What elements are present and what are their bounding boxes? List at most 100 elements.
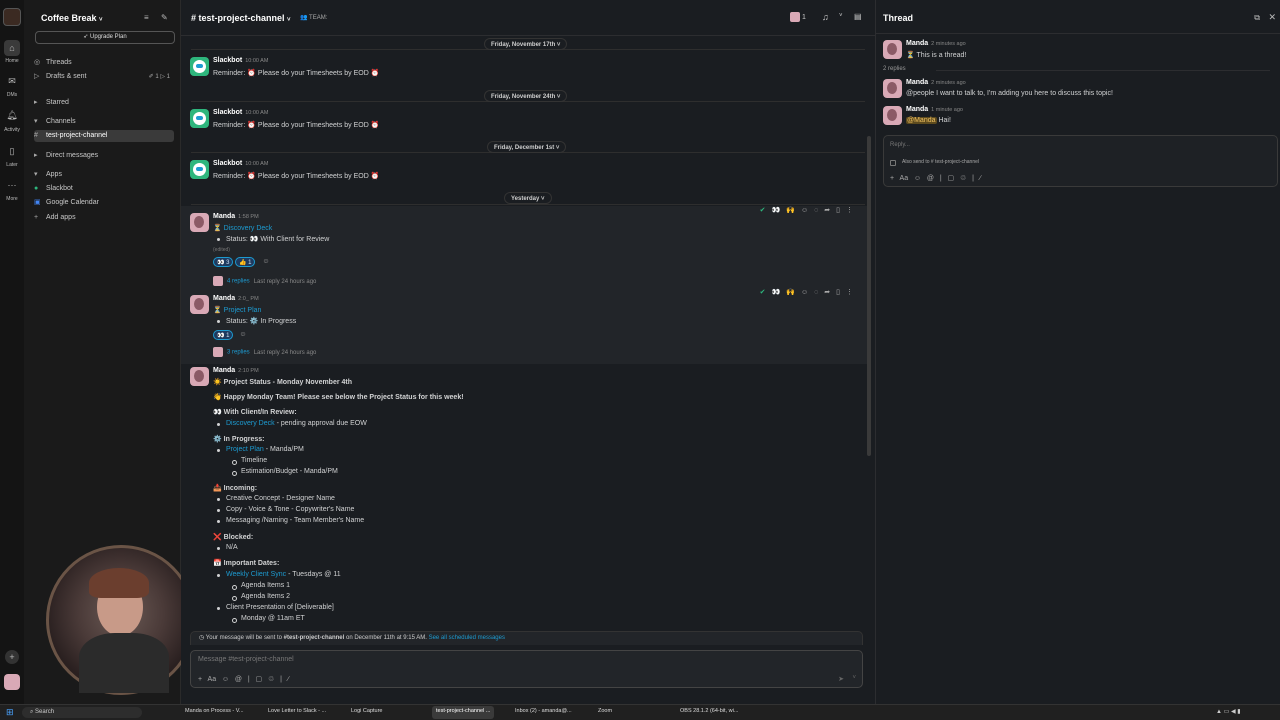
weekly-sync-link[interactable]: Weekly Client Sync: [226, 571, 286, 578]
system-tray-icon[interactable]: ▲ ▭ ◀ ▮: [1216, 708, 1241, 715]
scheduled-messages-link[interactable]: See all scheduled messages: [429, 635, 505, 641]
slackbot-avatar[interactable]: [190, 57, 209, 76]
sidebar-item-drafts[interactable]: ▷ Drafts & sent ✐ 1 ▷ 1: [34, 71, 174, 83]
channel-title[interactable]: # test-project-channel ˅: [191, 13, 291, 23]
message-project-plan[interactable]: ✔👀🙌☺◌➦▯⋮ Manda 2:0_ PM ⏳ Project Plan Sta…: [181, 288, 869, 364]
message-actions[interactable]: ✔👀🙌☺◌➦▯⋮: [760, 288, 859, 300]
workspace-name[interactable]: Coffee Break ˅: [41, 13, 103, 23]
slackbot-avatar[interactable]: [190, 160, 209, 179]
taskbar-app[interactable]: Love Letter to Slack - ...: [268, 708, 326, 714]
kebab-icon[interactable]: ⋮: [846, 207, 859, 214]
bookmark-icon[interactable]: ▯: [836, 207, 846, 214]
send-icon[interactable]: ➤: [838, 675, 844, 683]
headphones-icon[interactable]: ♫: [822, 12, 829, 22]
message-project-status[interactable]: Manda 2:10 PM ☀️ Project Status - Monday …: [181, 364, 869, 628]
sender-name[interactable]: Manda 2 minutes ago: [906, 79, 966, 86]
channel-tag[interactable]: 👥 TEAM:: [300, 14, 327, 21]
reaction-eyes[interactable]: 👀 3: [213, 257, 234, 267]
filter-icon[interactable]: ≡: [144, 13, 149, 22]
file-link[interactable]: ⏳ Discovery Deck: [213, 224, 272, 232]
eyes-icon[interactable]: 👀: [772, 289, 787, 296]
reply-icon[interactable]: ◌: [814, 207, 824, 214]
chevron-down-icon[interactable]: ˅: [852, 675, 856, 681]
date-divider[interactable]: Friday, December 1st ˅: [487, 141, 567, 153]
raised-hands-icon[interactable]: 🙌: [786, 289, 801, 296]
composer-toolbar[interactable]: + Aa ☺ @ | ▢ ♲ | ∕: [198, 675, 289, 683]
sidebar-section-channels[interactable]: ▾ Channels: [34, 116, 174, 128]
message-discovery-deck[interactable]: ✔👀🙌☺◌➦▯⋮ Manda 1:58 PM ⏳ Discovery Deck S…: [181, 206, 869, 288]
message-actions[interactable]: ✔👀🙌☺◌➦▯⋮: [760, 206, 859, 218]
sender-name[interactable]: Manda 2 minutes ago: [906, 40, 966, 47]
canvas-icon[interactable]: ▤: [854, 12, 862, 21]
sender-name[interactable]: Slackbot 10:00 AM: [213, 109, 268, 116]
taskbar-app[interactable]: Manda on Process - V...: [185, 708, 244, 714]
compose-icon[interactable]: ✎: [161, 13, 168, 22]
sidebar-item-threads[interactable]: ◎ Threads: [34, 57, 174, 69]
sidebar-section-apps[interactable]: ▾ Apps: [34, 169, 174, 181]
reaction-eyes[interactable]: 👀 1: [213, 330, 234, 340]
check-icon[interactable]: ✔: [760, 289, 772, 296]
sidebar-item-add-apps[interactable]: + Add apps: [34, 212, 174, 224]
workspace-logo[interactable]: [3, 8, 21, 26]
sender-name[interactable]: Slackbot 10:00 AM: [213, 160, 268, 167]
project-plan-link[interactable]: Project Plan: [226, 446, 264, 453]
message-slackbot[interactable]: Slackbot 10:00 AM Reminder: ⏰ Please do y…: [181, 158, 869, 188]
raised-hands-icon[interactable]: 🙌: [786, 207, 801, 214]
discovery-deck-link[interactable]: Discovery Deck: [226, 420, 275, 427]
bell-icon[interactable]: 🔔︎: [4, 110, 20, 121]
check-icon[interactable]: ✔: [760, 207, 772, 214]
manda-avatar[interactable]: [883, 40, 902, 59]
reply-icon[interactable]: ◌: [814, 289, 824, 296]
manda-avatar[interactable]: [190, 213, 209, 232]
forward-icon[interactable]: ➦: [824, 207, 836, 214]
slackbot-avatar[interactable]: [190, 109, 209, 128]
sender-name[interactable]: Manda 2:10 PM: [213, 367, 259, 374]
manda-avatar[interactable]: [883, 106, 902, 125]
add-reaction-icon[interactable]: ☺: [238, 330, 248, 340]
file-link[interactable]: ⏳ Project Plan: [213, 306, 261, 314]
sidebar-item-test-project-channel[interactable]: # test-project-channel: [34, 130, 174, 142]
sender-name[interactable]: Manda 1:58 PM: [213, 213, 259, 220]
sidebar-item-google-calendar[interactable]: ▣ Google Calendar: [34, 197, 174, 209]
home-icon[interactable]: ⌂: [4, 40, 20, 56]
message-input[interactable]: Message #test-project-channel: [198, 656, 294, 663]
taskbar-app-active[interactable]: test-project-channel ...: [432, 706, 495, 719]
date-divider[interactable]: Friday, November 17th ˅: [484, 38, 568, 50]
taskbar-app[interactable]: OBS 28.1.2 (64-bit, wi...: [680, 708, 738, 714]
bookmark-icon[interactable]: ▯: [836, 289, 846, 296]
date-divider[interactable]: Yesterday ˅: [504, 192, 552, 204]
thread-replies-link[interactable]: 4 replies Last reply 24 hours ago: [213, 276, 316, 286]
upgrade-plan-button[interactable]: ➶ Upgrade Plan: [35, 31, 175, 44]
thread-replies-link[interactable]: 3 replies Last reply 24 hours ago: [213, 347, 316, 357]
reply-input[interactable]: Reply...: [890, 142, 910, 148]
close-icon[interactable]: ✕: [1268, 12, 1276, 23]
members-button[interactable]: 1: [790, 12, 806, 22]
add-reaction-icon[interactable]: ☺: [801, 207, 814, 214]
chevron-down-icon[interactable]: ˅: [839, 13, 843, 19]
scrollbar[interactable]: [867, 136, 871, 456]
sidebar-section-starred[interactable]: ▸ Starred: [34, 97, 174, 109]
sender-name[interactable]: Slackbot 10:00 AM: [213, 57, 268, 64]
add-reaction-icon[interactable]: ☺: [801, 289, 814, 296]
add-workspace-icon[interactable]: +: [5, 650, 19, 664]
manda-avatar[interactable]: [190, 295, 209, 314]
message-slackbot[interactable]: Slackbot 10:00 AM Reminder: ⏰ Please do y…: [181, 107, 869, 137]
dm-icon[interactable]: ✉: [4, 76, 20, 87]
sidebar-item-slackbot[interactable]: ● Slackbot: [34, 183, 174, 195]
also-send-checkbox[interactable]: [890, 160, 896, 166]
taskbar-search[interactable]: ⌕ Search: [22, 707, 142, 718]
start-icon[interactable]: ⊞: [6, 707, 16, 717]
taskbar-app[interactable]: Inbox (2) - amanda@...: [515, 708, 572, 714]
add-reaction-icon[interactable]: ☺: [261, 257, 271, 267]
sender-name[interactable]: Manda 1 minute ago: [906, 106, 963, 113]
forward-icon[interactable]: ➦: [824, 289, 836, 296]
more-icon[interactable]: ···: [4, 180, 20, 190]
kebab-icon[interactable]: ⋮: [846, 289, 859, 296]
eyes-icon[interactable]: 👀: [772, 207, 787, 214]
sender-name[interactable]: Manda 2:0_ PM: [213, 295, 259, 302]
open-window-icon[interactable]: ⧉: [1254, 13, 1260, 23]
reply-toolbar[interactable]: + Aa ☺ @ | ▢ ♲ | ∕: [890, 174, 981, 182]
manda-avatar[interactable]: [190, 367, 209, 386]
reaction-thumbs-up[interactable]: 👍 1: [235, 257, 256, 267]
sidebar-section-direct-messages[interactable]: ▸ Direct messages: [34, 150, 174, 162]
